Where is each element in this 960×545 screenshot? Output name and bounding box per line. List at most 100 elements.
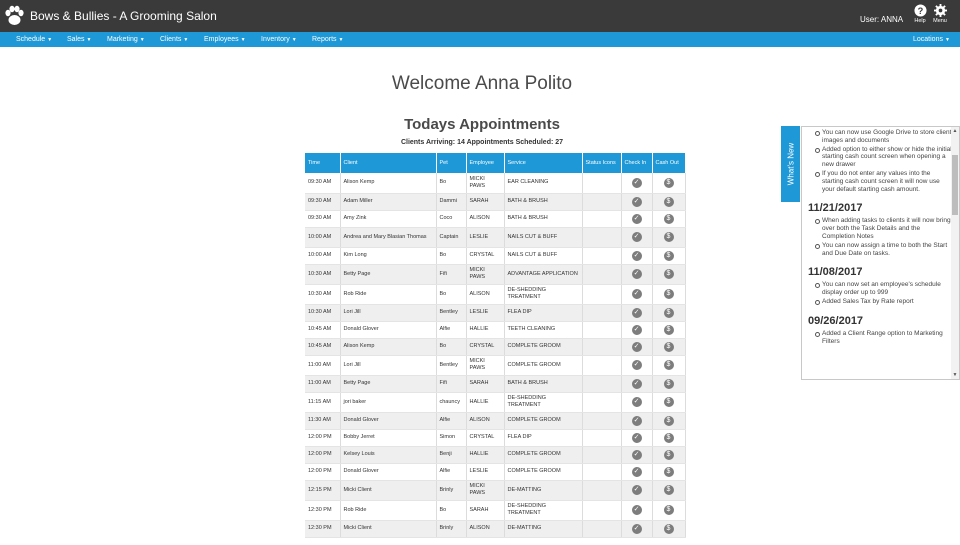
table-row[interactable]: 12:00 PM Donald Glover Alfie LESLIE COMPLETE… [305, 463, 686, 481]
cell-client[interactable]: Adam Miller [340, 193, 437, 211]
table-row[interactable]: 11:00 AM Lori Jill Bentley MICKI PAWS COMPLE… [305, 355, 686, 376]
check-in-icon[interactable]: ✓ [631, 177, 642, 188]
check-in-icon[interactable]: ✓ [631, 466, 642, 477]
cash-out-icon[interactable]: $ [663, 324, 674, 335]
check-in-icon[interactable]: ✓ [631, 432, 642, 443]
cell-client[interactable]: Betty Page [340, 375, 437, 393]
menu-button[interactable]: Menu [928, 4, 952, 24]
nav-sales[interactable]: Sales ▼ [67, 36, 91, 43]
col-header-service[interactable]: Service [504, 153, 583, 173]
col-header-cash-out[interactable]: Cash Out [652, 153, 686, 173]
nav-inventory[interactable]: Inventory ▼ [261, 36, 297, 43]
table-row[interactable]: 11:00 AM Betty Page Fifi SARAH BATH & BRUSH ✓… [305, 375, 686, 393]
paw-logo-icon[interactable] [4, 5, 24, 27]
cash-out-icon[interactable]: $ [663, 289, 674, 299]
check-in-icon[interactable]: ✓ [631, 415, 642, 426]
cell-client[interactable]: Donald Glover [340, 412, 437, 430]
cell-client[interactable]: Alison Kemp [340, 173, 437, 194]
table-row[interactable]: 12:00 PM Bobby Jerret Simon CRYSTAL FLEA DIP… [305, 429, 686, 447]
nav-locations[interactable]: Locations ▼ [913, 36, 950, 43]
cell-client[interactable]: Kelsey Louis [340, 446, 437, 464]
table-row[interactable]: 10:45 AM Alison Kemp Bo CRYSTAL COMPLETE GRO… [305, 338, 686, 356]
cell-client[interactable]: Bobby Jerret [340, 429, 437, 447]
nav-schedule[interactable]: Schedule ▼ [16, 36, 52, 43]
check-in-icon[interactable]: ✓ [631, 232, 642, 242]
col-header-pet[interactable]: Pet [436, 153, 467, 173]
check-in-icon[interactable]: ✓ [631, 307, 642, 318]
cash-out-icon[interactable]: $ [663, 505, 674, 515]
table-row[interactable]: 10:30 AM Betty Page Fifi MICKI PAWS ADVANTAG… [305, 264, 686, 285]
cell-client[interactable]: Rob Ride [340, 284, 437, 305]
table-row[interactable]: 09:30 AM Alison Kemp Bo MICKI PAWS EAR CLEAN… [305, 173, 686, 194]
table-row[interactable]: 10:00 AM Andrea and Mary Blasian Thomas Ca… [305, 227, 686, 248]
cash-out-icon[interactable]: $ [663, 307, 674, 318]
cash-out-icon[interactable]: $ [663, 213, 674, 224]
check-in-icon[interactable]: ✓ [631, 485, 642, 495]
check-in-icon[interactable]: ✓ [631, 196, 642, 207]
whats-new-tab[interactable]: What's New [781, 126, 800, 202]
col-header-status-icons[interactable]: Status Icons [582, 153, 622, 173]
scroll-down-icon[interactable]: ▼ [951, 372, 959, 378]
col-header-check-in[interactable]: Check In [621, 153, 653, 173]
cash-out-icon[interactable]: $ [663, 466, 674, 477]
cell-client[interactable]: jori baker [340, 392, 437, 413]
cash-out-icon[interactable]: $ [663, 415, 674, 426]
cash-out-icon[interactable]: $ [663, 196, 674, 207]
cash-out-icon[interactable]: $ [663, 232, 674, 242]
cell-client[interactable]: Micki Client [340, 520, 437, 538]
cell-client[interactable]: Rob Ride [340, 500, 437, 521]
cash-out-icon[interactable]: $ [663, 485, 674, 495]
scroll-thumb[interactable] [952, 155, 958, 215]
nav-employees[interactable]: Employees ▼ [204, 36, 246, 43]
cash-out-icon[interactable]: $ [663, 397, 674, 407]
table-row[interactable]: 11:15 AM jori baker chauncy HALLIE DE-SHEDDI… [305, 392, 686, 413]
cash-out-icon[interactable]: $ [663, 177, 674, 188]
col-header-employee[interactable]: Employee [466, 153, 505, 173]
cash-out-icon[interactable]: $ [663, 269, 674, 279]
table-row[interactable]: 10:45 AM Donald Glover Alfie HALLIE TEETH CL… [305, 321, 686, 339]
nav-marketing[interactable]: Marketing ▼ [107, 36, 145, 43]
cell-client[interactable]: Donald Glover [340, 463, 437, 481]
col-header-time[interactable]: Time [305, 153, 341, 173]
cell-client[interactable]: Andrea and Mary Blasian Thomas [340, 227, 437, 248]
cash-out-icon[interactable]: $ [663, 432, 674, 443]
whats-new-scrollbar[interactable]: ▲ ▼ [951, 127, 959, 379]
check-in-icon[interactable]: ✓ [631, 360, 642, 370]
check-in-icon[interactable]: ✓ [631, 324, 642, 335]
check-in-icon[interactable]: ✓ [631, 505, 642, 515]
check-in-icon[interactable]: ✓ [631, 213, 642, 224]
cell-client[interactable]: Donald Glover [340, 321, 437, 339]
cell-client[interactable]: Amy Zink [340, 210, 437, 228]
scroll-up-icon[interactable]: ▲ [951, 128, 959, 134]
cash-out-icon[interactable]: $ [663, 523, 674, 534]
cell-client[interactable]: Betty Page [340, 264, 437, 285]
cell-client[interactable]: Lori Jill [340, 355, 437, 376]
table-row[interactable]: 10:30 AM Lori Jill Bentley LESLIE FLEA DIP ✓ $ [305, 304, 686, 322]
table-row[interactable]: 09:30 AM Adam Miller Dammi SARAH BATH & BRUS… [305, 193, 686, 211]
table-row[interactable]: 10:00 AM Kim Long Bo CRYSTAL NAILS CUT & BUF… [305, 247, 686, 265]
cash-out-icon[interactable]: $ [663, 449, 674, 460]
nav-reports[interactable]: Reports ▼ [312, 36, 343, 43]
cell-client[interactable]: Kim Long [340, 247, 437, 265]
cell-client[interactable]: Alison Kemp [340, 338, 437, 356]
check-in-icon[interactable]: ✓ [631, 397, 642, 407]
table-row[interactable]: 11:30 AM Donald Glover Alfie ALISON COMPLETE… [305, 412, 686, 430]
check-in-icon[interactable]: ✓ [631, 250, 642, 261]
cell-client[interactable]: Lori Jill [340, 304, 437, 322]
table-row[interactable]: 12:15 PM Micki Client Brinly MICKI PAWS DE-M… [305, 480, 686, 501]
check-in-icon[interactable]: ✓ [631, 341, 642, 352]
cash-out-icon[interactable]: $ [663, 341, 674, 352]
cash-out-icon[interactable]: $ [663, 378, 674, 389]
table-row[interactable]: 12:30 PM Micki Client Brinly ALISON DE-MATTI… [305, 520, 686, 538]
check-in-icon[interactable]: ✓ [631, 289, 642, 299]
cash-out-icon[interactable]: $ [663, 360, 674, 370]
table-row[interactable]: 10:30 AM Rob Ride Bo ALISON DE-SHEDDING TREA… [305, 284, 686, 305]
cell-client[interactable]: Micki Client [340, 480, 437, 501]
check-in-icon[interactable]: ✓ [631, 269, 642, 279]
check-in-icon[interactable]: ✓ [631, 378, 642, 389]
col-header-client[interactable]: Client [340, 153, 437, 173]
table-row[interactable]: 09:30 AM Amy Zink Coco ALISON BATH & BRUSH ✓ $ [305, 210, 686, 228]
table-row[interactable]: 12:30 PM Rob Ride Bo SARAH DE-SHEDDING TREAT… [305, 500, 686, 521]
check-in-icon[interactable]: ✓ [631, 449, 642, 460]
nav-clients[interactable]: Clients ▼ [160, 36, 188, 43]
